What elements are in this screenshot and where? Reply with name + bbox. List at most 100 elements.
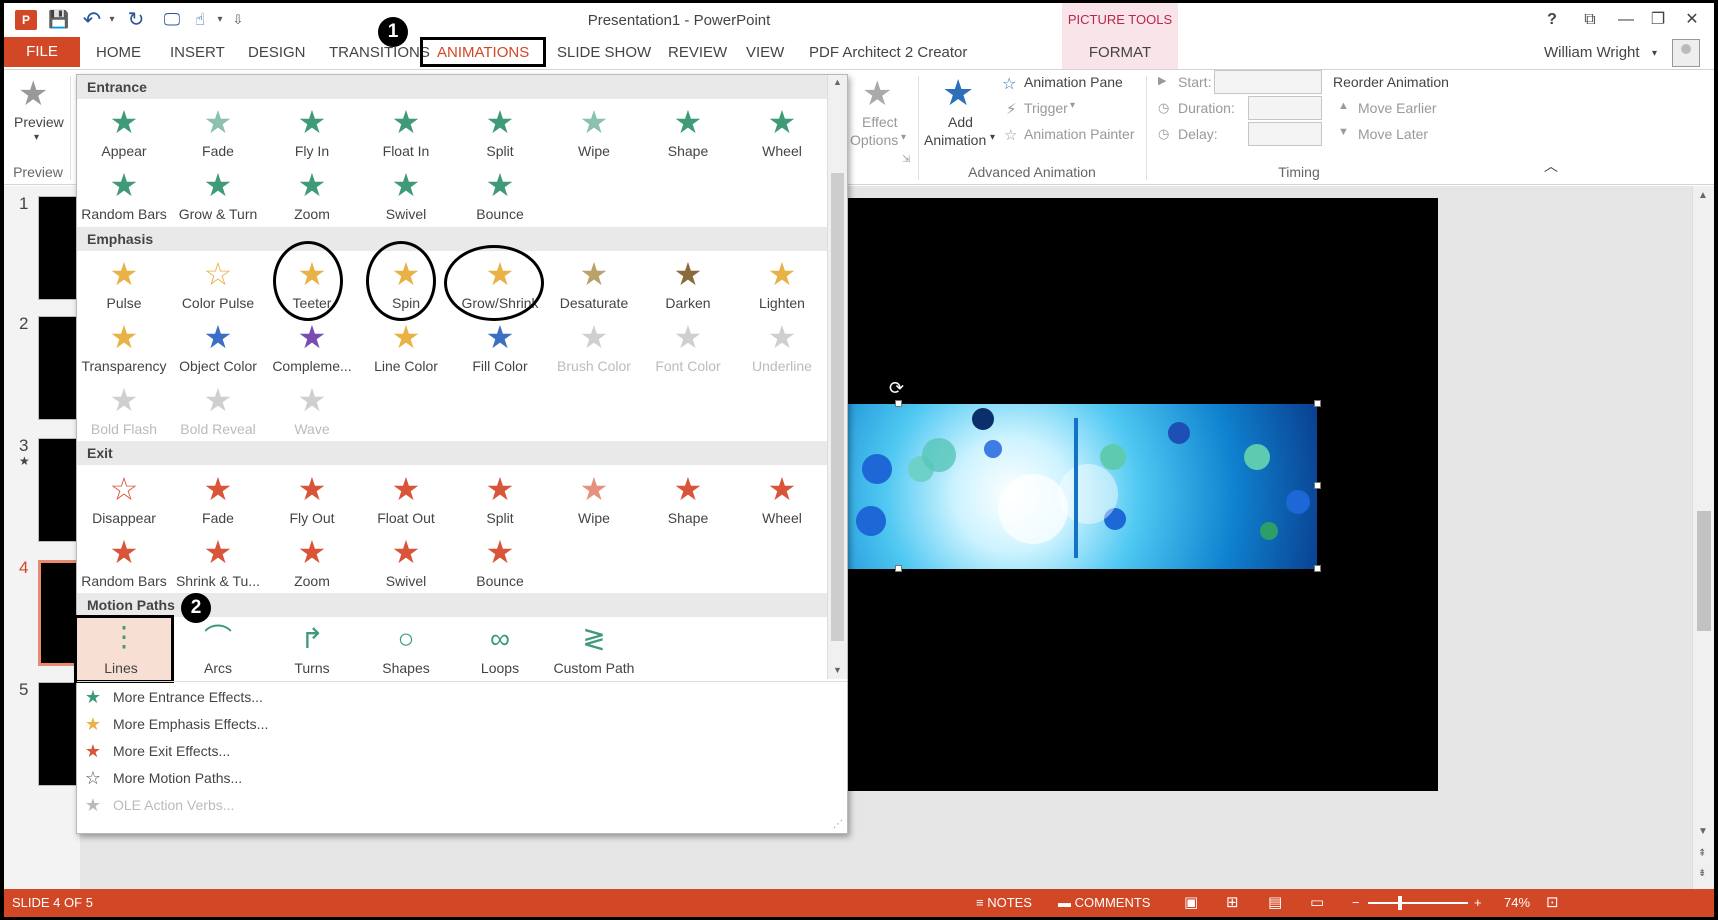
effect-grow-and-turn[interactable]: ★ Grow & Turn <box>171 166 265 228</box>
effect-arcs[interactable]: ⌒ Arcs <box>171 620 265 682</box>
effect-split[interactable]: ★ Split <box>453 103 547 165</box>
add-animation-label-1[interactable]: Add <box>948 114 973 130</box>
effect-zoom-out[interactable]: ★ Zoom <box>265 533 359 595</box>
effect-shape-out[interactable]: ★ Shape <box>641 470 735 532</box>
slide-thumbnail-3[interactable] <box>38 438 80 542</box>
effect-zoom[interactable]: ★ Zoom <box>265 166 359 228</box>
zoom-level[interactable]: 74% <box>1504 895 1530 910</box>
move-later-button[interactable]: Move Later <box>1358 126 1428 142</box>
effect-swivel[interactable]: ★ Swivel <box>359 166 453 228</box>
rotate-handle-icon[interactable]: ⟳ <box>889 378 904 399</box>
tab-design[interactable]: DESIGN <box>248 37 306 67</box>
tab-home[interactable]: HOME <box>96 37 141 67</box>
account-caret-icon[interactable]: ▾ <box>1652 38 1657 68</box>
effect-complementary-color[interactable]: ★ Compleme... <box>265 318 359 380</box>
reading-view-icon[interactable]: ▤ <box>1268 893 1282 911</box>
next-slide-icon[interactable]: ⇟ <box>1698 868 1706 879</box>
effect-object-color[interactable]: ★ Object Color <box>171 318 265 380</box>
trigger-button[interactable]: Trigger <box>1024 100 1068 116</box>
tab-pdf-architect[interactable]: PDF Architect 2 Creator <box>809 37 967 67</box>
effect-loops[interactable]: ∞ Loops <box>453 620 547 682</box>
scroll-thumb[interactable] <box>1697 511 1711 631</box>
normal-view-icon[interactable]: ▣ <box>1184 893 1198 911</box>
editor-vertical-scrollbar[interactable]: ▲ ▼ ⇞ ⇟ <box>1692 186 1714 889</box>
effect-random-bars[interactable]: ★ Random Bars <box>77 166 171 228</box>
account-user-name[interactable]: William Wright <box>1544 44 1640 61</box>
effect-transparency[interactable]: ★ Transparency <box>77 318 171 380</box>
tab-slide-show[interactable]: SLIDE SHOW <box>557 37 651 67</box>
effect-wipe-out[interactable]: ★ Wipe <box>547 470 641 532</box>
maximize-icon[interactable]: ❐ <box>1646 9 1670 31</box>
previous-slide-icon[interactable]: ⇞ <box>1698 848 1706 859</box>
duration-spinner[interactable] <box>1248 96 1322 120</box>
effect-options-label-1[interactable]: Effect <box>862 114 898 130</box>
add-animation-caret-icon[interactable]: ▾ <box>990 132 995 143</box>
resize-handle[interactable] <box>1314 400 1321 407</box>
effect-options-label-2[interactable]: Options <box>850 132 898 148</box>
resize-handle[interactable] <box>1314 482 1321 489</box>
avatar[interactable] <box>1672 39 1700 67</box>
effect-float-in[interactable]: ★ Float In <box>359 103 453 165</box>
gallery-scroll-up-icon[interactable]: ▲ <box>833 77 842 87</box>
effect-shapes[interactable]: ○ Shapes <box>359 620 453 682</box>
animation-pane-button[interactable]: Animation Pane <box>1024 74 1123 90</box>
zoom-out-button[interactable]: − <box>1352 895 1360 910</box>
effect-fly-in[interactable]: ★ Fly In <box>265 103 359 165</box>
tab-review[interactable]: REVIEW <box>668 37 727 67</box>
effect-wheel[interactable]: ★ Wheel <box>735 103 829 165</box>
more-motion-paths[interactable]: ☆ More Motion Paths... <box>77 765 847 791</box>
effect-custom-path[interactable]: ≷ Custom Path <box>547 620 641 682</box>
notes-button[interactable]: ≡ NOTES <box>976 895 1032 910</box>
effect-turns[interactable]: ↱ Turns <box>265 620 359 682</box>
move-earlier-button[interactable]: Move Earlier <box>1358 100 1437 116</box>
effect-fly-out[interactable]: ★ Fly Out <box>265 470 359 532</box>
gallery-scroll-thumb[interactable] <box>831 173 844 641</box>
effect-line-color[interactable]: ★ Line Color <box>359 318 453 380</box>
help-icon[interactable]: ? <box>1540 9 1564 31</box>
animation-pane-icon[interactable]: ☆ <box>1002 74 1016 94</box>
effect-pulse[interactable]: ★ Pulse <box>77 255 171 317</box>
tab-transitions[interactable]: TRANSITIONS <box>329 37 430 67</box>
close-icon[interactable]: ✕ <box>1680 9 1704 31</box>
gallery-scrollbar[interactable]: ▲ ▼ <box>827 75 847 679</box>
tab-animations[interactable]: ANIMATIONS <box>420 37 547 67</box>
effect-float-out[interactable]: ★ Float Out <box>359 470 453 532</box>
effect-shape[interactable]: ★ Shape <box>641 103 735 165</box>
fit-slide-icon[interactable]: ⊡ <box>1546 893 1559 911</box>
effect-fill-color[interactable]: ★ Fill Color <box>453 318 547 380</box>
resize-handle[interactable] <box>1314 565 1321 572</box>
effect-color-pulse[interactable]: ☆ Color Pulse <box>171 255 265 317</box>
resize-handle[interactable] <box>895 400 902 407</box>
slide-sorter-icon[interactable]: ⊞ <box>1226 893 1239 911</box>
effect-options-caret-icon[interactable]: ▾ <box>901 132 906 143</box>
zoom-in-button[interactable]: + <box>1474 895 1482 910</box>
effect-lines[interactable]: ⋮ Lines <box>74 615 174 683</box>
more-exit-effects[interactable]: ★ More Exit Effects... <box>77 738 847 764</box>
resize-handle[interactable] <box>895 565 902 572</box>
effect-bounce-out[interactable]: ★ Bounce <box>453 533 547 595</box>
start-select[interactable] <box>1214 70 1322 94</box>
ribbon-display-options-icon[interactable]: ⧉ <box>1578 9 1602 31</box>
effect-appear[interactable]: ★ Appear <box>77 103 171 165</box>
effect-disappear[interactable]: ☆ Disappear <box>77 470 171 532</box>
more-emphasis-effects[interactable]: ★ More Emphasis Effects... <box>77 711 847 737</box>
tab-view[interactable]: VIEW <box>746 37 784 67</box>
more-entrance-effects[interactable]: ★ More Entrance Effects... <box>77 684 847 710</box>
effect-darken[interactable]: ★ Darken <box>641 255 735 317</box>
preview-button[interactable]: Preview <box>14 114 64 130</box>
comments-button[interactable]: ▬ COMMENTS <box>1058 895 1150 910</box>
effect-lighten[interactable]: ★ Lighten <box>735 255 829 317</box>
zoom-slider-thumb[interactable] <box>1398 896 1402 910</box>
add-animation-label-2[interactable]: Animation <box>924 132 986 148</box>
preview-star-icon[interactable]: ★ <box>18 74 48 114</box>
tab-file[interactable]: FILE <box>4 37 80 67</box>
effect-random-bars-out[interactable]: ★ Random Bars <box>77 533 171 595</box>
scroll-up-icon[interactable]: ▲ <box>1698 190 1708 201</box>
effect-fade[interactable]: ★ Fade <box>171 103 265 165</box>
preview-caret-icon[interactable]: ▾ <box>34 132 39 143</box>
scroll-down-icon[interactable]: ▼ <box>1698 826 1708 837</box>
gallery-scroll-down-icon[interactable]: ▼ <box>833 665 842 675</box>
selected-picture[interactable] <box>848 404 1317 569</box>
effect-wipe[interactable]: ★ Wipe <box>547 103 641 165</box>
zoom-slider[interactable] <box>1368 902 1468 904</box>
